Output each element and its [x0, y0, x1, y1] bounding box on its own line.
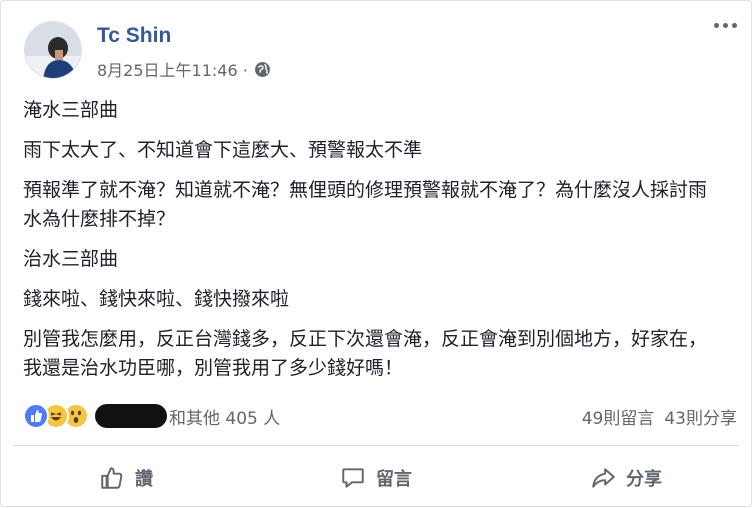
like-reaction-icon[interactable] — [23, 403, 49, 429]
author-name[interactable]: Tc Shin — [97, 24, 171, 48]
action-bar: 讚 留言 分享 — [1, 456, 751, 500]
like-button-label: 讚 — [135, 469, 153, 490]
share-button[interactable]: 分享 — [501, 456, 751, 500]
comment-icon — [342, 468, 364, 488]
divider — [13, 445, 739, 446]
post-paragraph: 錢來啦、錢快來啦、錢快撥來啦 — [23, 288, 290, 310]
share-button-label: 分享 — [626, 469, 662, 490]
share-icon — [592, 468, 615, 488]
redacted-names — [95, 404, 167, 428]
comments-count[interactable]: 49則留言 — [582, 404, 655, 429]
avatar[interactable] — [24, 21, 82, 79]
like-button[interactable]: 讚 — [1, 456, 251, 500]
globe-icon[interactable] — [254, 61, 271, 78]
post-paragraph: 別管我怎麼用，反正台灣錢多，反正下次還會淹，反正會淹到別個地方，好家在，我還是治… — [23, 328, 708, 379]
comment-button-label: 留言 — [376, 469, 412, 490]
post-timestamp[interactable]: 8月25日上午11:46 · — [97, 57, 248, 81]
post-paragraph: 雨下太大了、不知道會下這麼大、預警報太不準 — [23, 139, 423, 161]
post-paragraph: 治水三部曲 — [23, 248, 119, 270]
engagement-counts: 49則留言 43則分享 — [582, 404, 737, 429]
comment-button[interactable]: 留言 — [251, 456, 501, 500]
thumbs-up-icon — [101, 467, 123, 489]
post-paragraph: 預報準了就不淹？知道就不淹？無俚頭的修理預警報就不淹了？為什麼沒人採討雨水為什麼… — [23, 179, 708, 230]
reactions-summary[interactable]: 和其他 405 人 — [23, 402, 280, 430]
reactions-count-text[interactable]: 和其他 405 人 — [169, 404, 280, 429]
more-options-icon[interactable] — [714, 23, 737, 28]
shares-count[interactable]: 43則分享 — [664, 404, 737, 429]
post-body: 淹水三部曲 雨下太大了、不知道會下這麼大、預警報太不準 預報準了就不淹？知道就不… — [23, 96, 723, 394]
post-paragraph: 淹水三部曲 — [23, 99, 119, 121]
post-meta: 8月25日上午11:46 · — [97, 57, 271, 81]
post-card: Tc Shin 8月25日上午11:46 · 淹水三部曲 雨下太大了、不知道會下… — [0, 0, 752, 507]
